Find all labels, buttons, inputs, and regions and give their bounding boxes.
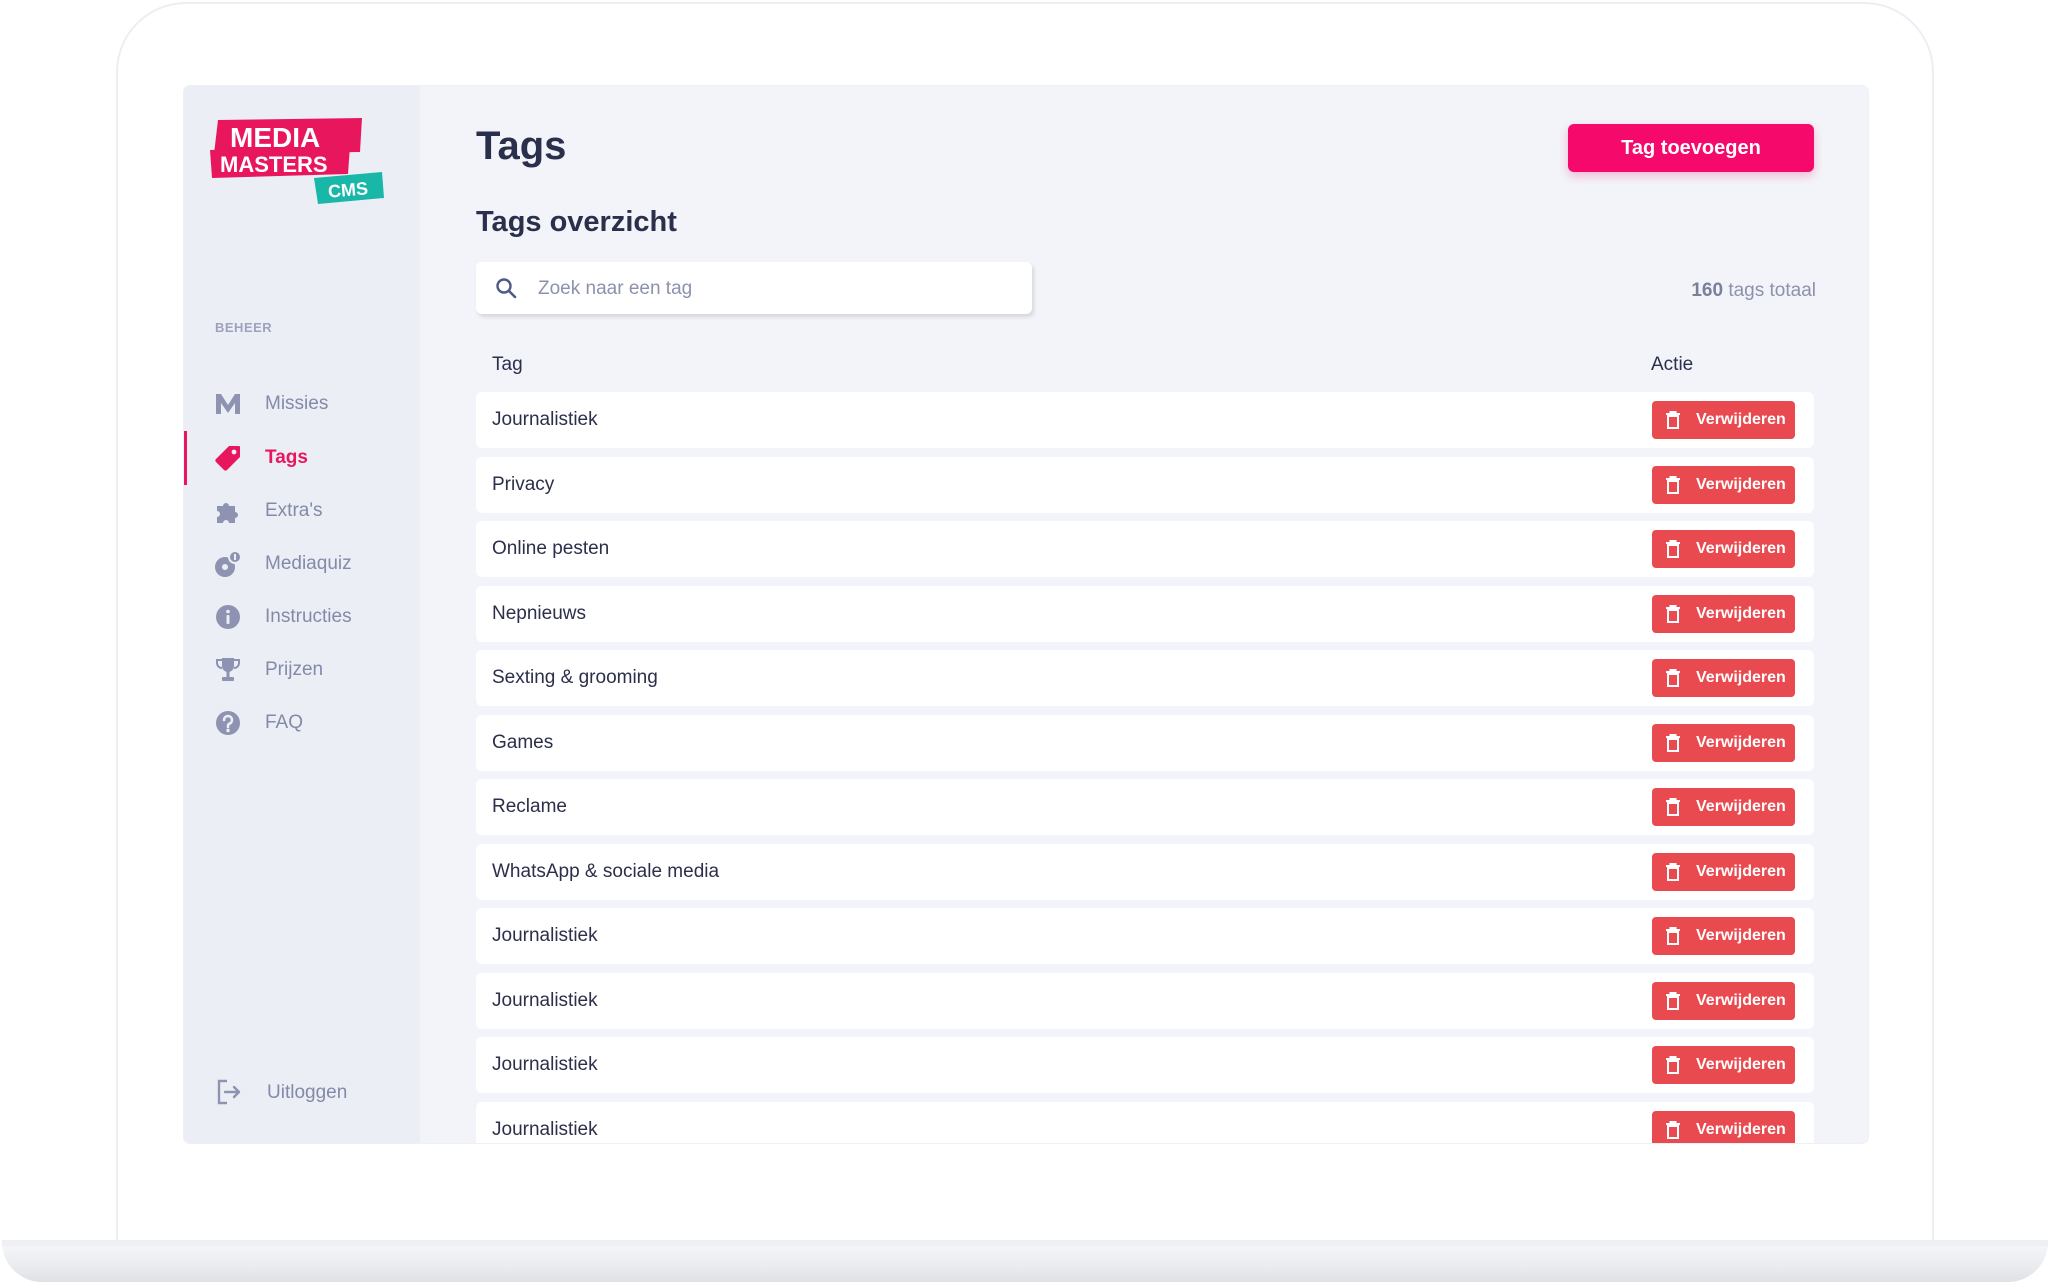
table-row: Journalistiek Verwijderen bbox=[476, 972, 1814, 1029]
trash-icon bbox=[1666, 1120, 1680, 1139]
delete-button[interactable]: Verwijderen bbox=[1652, 594, 1795, 633]
table-row: Journalistiek Verwijderen bbox=[476, 1101, 1814, 1143]
table-row: Journalistiek Verwijderen bbox=[476, 908, 1814, 964]
overview-title: Tags overzicht bbox=[476, 206, 677, 238]
delete-button-label: Verwijderen bbox=[1696, 798, 1786, 815]
tag-name: Journalistiek bbox=[492, 1054, 598, 1075]
trash-icon bbox=[1666, 540, 1680, 558]
tag-name: Reclame bbox=[492, 796, 567, 817]
delete-button-label: Verwijderen bbox=[1696, 604, 1786, 622]
trophy-icon bbox=[214, 656, 242, 684]
tag-name: Sexting & grooming bbox=[492, 667, 658, 688]
table-row: Online pesten Verwijderen bbox=[476, 521, 1814, 577]
delete-button-label: Verwijderen bbox=[1696, 1120, 1786, 1138]
tags-total: 160 tags totaal bbox=[1691, 280, 1816, 302]
search-input[interactable] bbox=[536, 272, 1020, 306]
delete-button[interactable]: Verwijderen bbox=[1652, 981, 1795, 1020]
question-icon bbox=[214, 709, 242, 737]
trash-icon bbox=[1666, 733, 1680, 752]
search-icon bbox=[494, 276, 518, 300]
column-header-actie: Actie bbox=[1651, 354, 1694, 375]
sidebar-item-tags[interactable]: Tags bbox=[184, 429, 420, 487]
sidebar-item-mediaquiz[interactable]: Mediaquiz bbox=[184, 535, 420, 593]
m-letter-icon bbox=[214, 390, 242, 418]
delete-button-label: Verwijderen bbox=[1696, 669, 1786, 686]
delete-button[interactable]: Verwijderen bbox=[1652, 723, 1795, 762]
sidebar: MEDIA MASTERS CMS BEHEER Missies Tags Ex… bbox=[184, 86, 420, 1143]
tag-name: Privacy bbox=[492, 473, 555, 495]
delete-button-label: Verwijderen bbox=[1696, 927, 1786, 944]
trash-icon bbox=[1666, 862, 1680, 881]
sidebar-section-label: BEHEER bbox=[215, 320, 273, 335]
trash-icon bbox=[1666, 475, 1680, 494]
delete-button-label: Verwijderen bbox=[1696, 733, 1786, 751]
tag-name: Journalistiek bbox=[492, 989, 598, 1011]
delete-button-label: Verwijderen bbox=[1696, 411, 1786, 428]
svg-text:MASTERS: MASTERS bbox=[220, 152, 328, 177]
tag-name: Nepnieuws bbox=[492, 602, 586, 624]
table-row: Nepnieuws Verwijderen bbox=[476, 585, 1814, 642]
table-row: Journalistiek Verwijderen bbox=[476, 392, 1814, 448]
tags-table: Journalistiek Verwijderen Privacy Verwijder… bbox=[476, 392, 1814, 1143]
table-row: Games Verwijderen bbox=[476, 714, 1814, 771]
table-row: Reclame Verwijderen bbox=[476, 779, 1814, 835]
trash-icon bbox=[1666, 798, 1680, 816]
trash-icon bbox=[1666, 604, 1680, 623]
trash-icon bbox=[1666, 669, 1680, 687]
delete-button-label: Verwijderen bbox=[1696, 862, 1786, 880]
delete-button[interactable]: Verwijderen bbox=[1652, 1110, 1795, 1143]
delete-button[interactable]: Verwijderen bbox=[1652, 465, 1795, 504]
svg-text:MEDIA: MEDIA bbox=[230, 122, 320, 153]
tag-name: Journalistiek bbox=[492, 1118, 598, 1140]
laptop-base bbox=[2, 1240, 2048, 1282]
tag-name: Journalistiek bbox=[492, 925, 598, 946]
main-content: Tags Tag toevoegen Tags overzicht 160 ta… bbox=[420, 86, 1868, 1143]
table-row: Privacy Verwijderen bbox=[476, 456, 1814, 513]
sidebar-item-faq[interactable]: FAQ bbox=[184, 694, 420, 752]
tags-total-label: tags totaal bbox=[1728, 280, 1816, 301]
logout-button[interactable]: Uitloggen bbox=[184, 1068, 420, 1118]
tag-name: Journalistiek bbox=[492, 409, 598, 430]
delete-button[interactable]: Verwijderen bbox=[1652, 401, 1795, 439]
quiz-icon bbox=[214, 550, 242, 578]
info-icon bbox=[214, 603, 242, 631]
tag-name: Online pesten bbox=[492, 538, 610, 559]
sidebar-item-missies[interactable]: Missies bbox=[184, 375, 420, 433]
trash-icon bbox=[1666, 411, 1680, 429]
trash-icon bbox=[1666, 1056, 1680, 1074]
page-title: Tags bbox=[476, 124, 567, 168]
delete-button[interactable]: Verwijderen bbox=[1652, 1046, 1795, 1084]
delete-button[interactable]: Verwijderen bbox=[1652, 659, 1795, 697]
delete-button-label: Verwijderen bbox=[1696, 1056, 1786, 1073]
logout-icon bbox=[215, 1078, 243, 1106]
tag-icon bbox=[214, 444, 242, 472]
sidebar-item-prijzen[interactable]: Prijzen bbox=[184, 641, 420, 699]
table-row: Sexting & grooming Verwijderen bbox=[476, 650, 1814, 706]
column-header-tag: Tag bbox=[492, 354, 523, 375]
trash-icon bbox=[1666, 991, 1680, 1010]
tags-total-count: 160 bbox=[1691, 280, 1724, 301]
delete-button[interactable]: Verwijderen bbox=[1652, 917, 1795, 955]
delete-button[interactable]: Verwijderen bbox=[1652, 852, 1795, 891]
delete-button-label: Verwijderen bbox=[1696, 540, 1786, 557]
search-box[interactable] bbox=[476, 262, 1032, 314]
sidebar-item-extras[interactable]: Extra's bbox=[184, 482, 420, 540]
media-masters-logo[interactable]: MEDIA MASTERS CMS bbox=[210, 116, 390, 206]
tag-name: Games bbox=[492, 731, 554, 753]
delete-button[interactable]: Verwijderen bbox=[1652, 788, 1795, 826]
svg-text:CMS: CMS bbox=[327, 178, 369, 201]
delete-button-label: Verwijderen bbox=[1696, 991, 1786, 1009]
table-row: WhatsApp & sociale media Verwijderen bbox=[476, 843, 1814, 900]
tag-name: WhatsApp & sociale media bbox=[492, 860, 720, 882]
app-screen: MEDIA MASTERS CMS BEHEER Missies Tags Ex… bbox=[184, 86, 1868, 1143]
trash-icon bbox=[1666, 927, 1680, 945]
puzzle-icon bbox=[214, 497, 242, 525]
add-tag-button[interactable]: Tag toevoegen bbox=[1568, 124, 1814, 172]
table-row: Journalistiek Verwijderen bbox=[476, 1037, 1814, 1093]
delete-button-label: Verwijderen bbox=[1696, 475, 1786, 493]
delete-button[interactable]: Verwijderen bbox=[1652, 530, 1795, 568]
sidebar-item-instructies[interactable]: Instructies bbox=[184, 588, 420, 646]
